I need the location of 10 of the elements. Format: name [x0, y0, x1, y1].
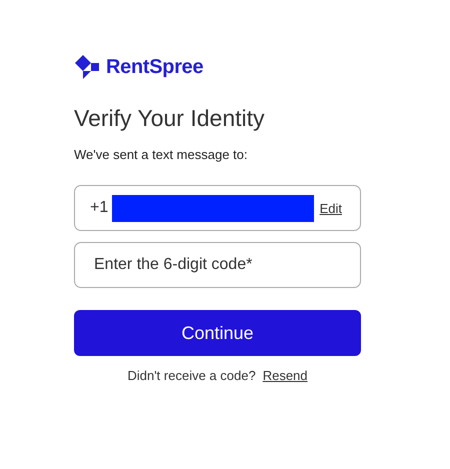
message-text: We've sent a text message to:	[74, 146, 248, 164]
edit-link[interactable]: Edit	[320, 200, 342, 216]
resend-prompt: Didn't receive a code?	[127, 368, 256, 383]
code-input-field[interactable]: Enter the 6-digit code*	[74, 242, 361, 288]
logo-icon	[74, 54, 100, 80]
resend-link[interactable]: Resend	[262, 368, 308, 383]
country-code: +1	[90, 199, 108, 217]
logo-text: RentSpree	[106, 56, 204, 78]
continue-button[interactable]: Continue	[74, 310, 361, 356]
page-title: Verify Your Identity	[74, 104, 266, 133]
